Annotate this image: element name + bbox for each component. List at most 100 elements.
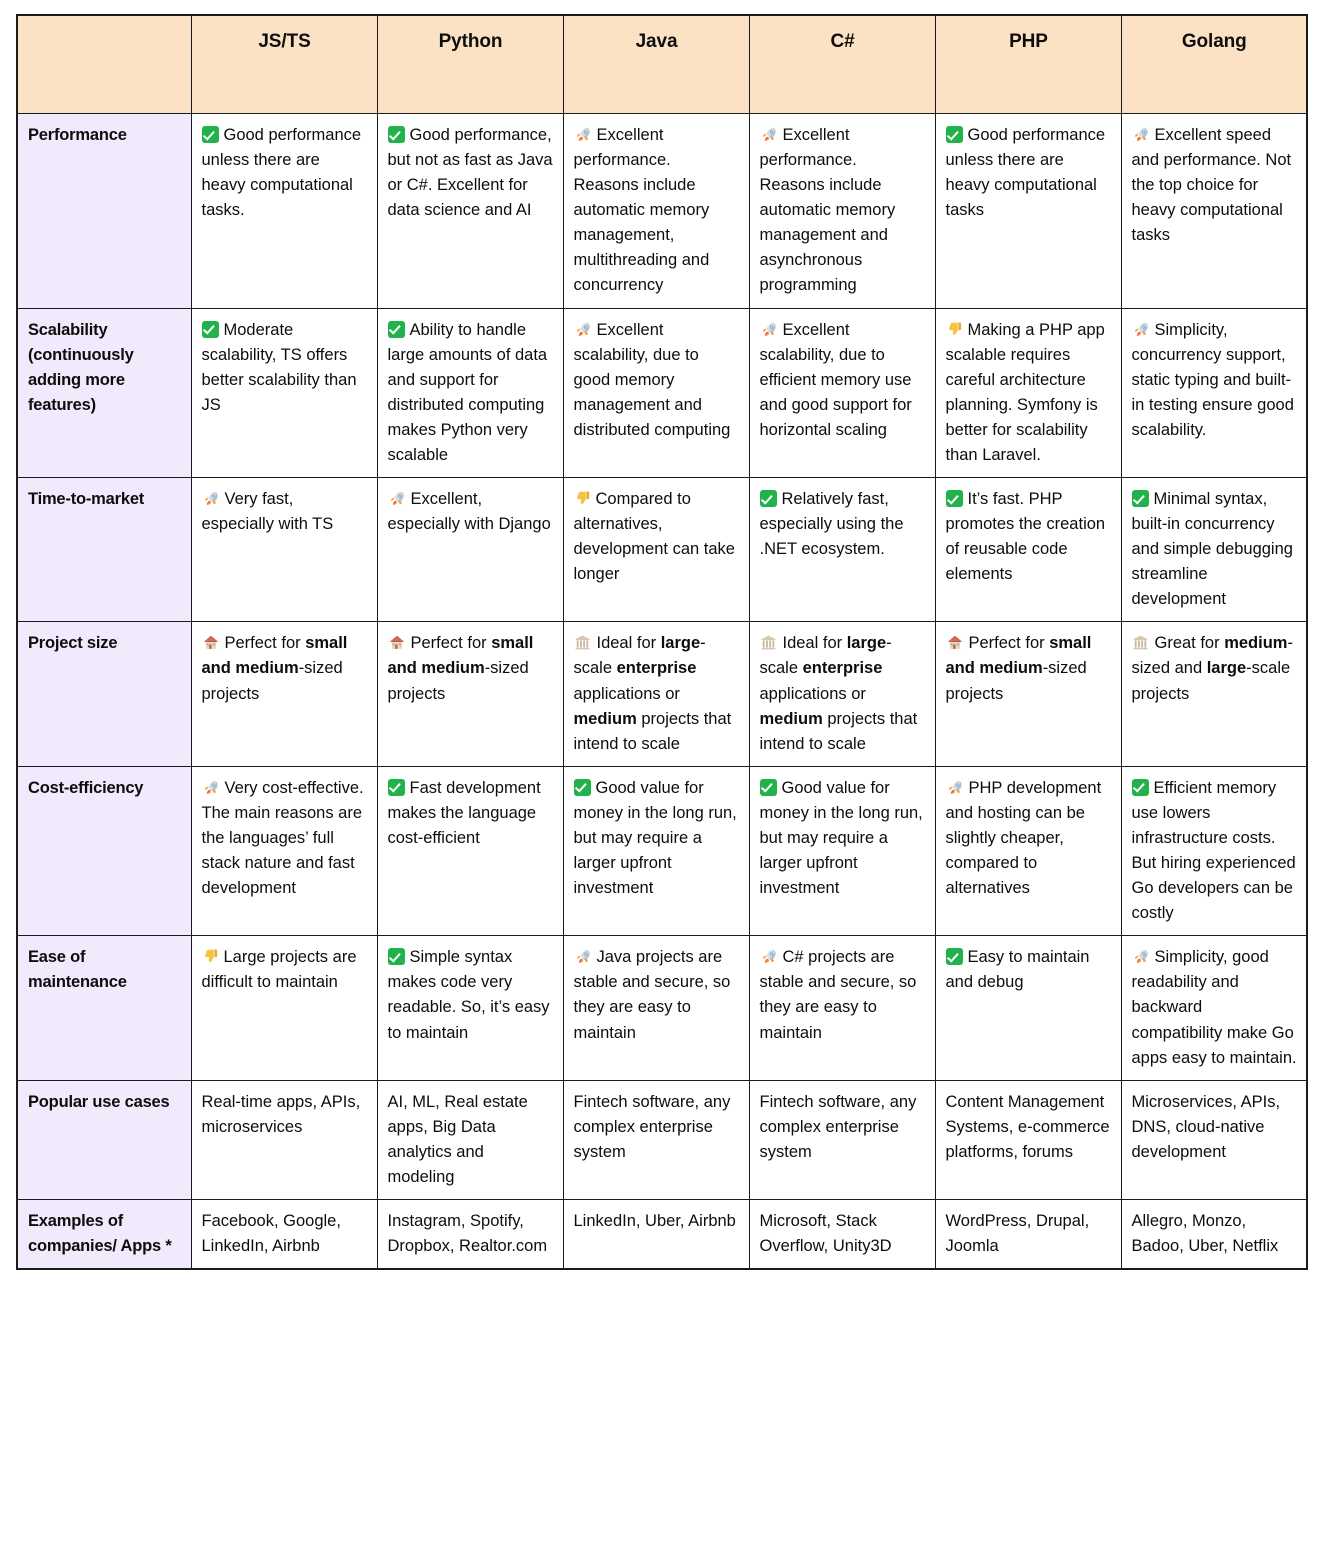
table-cell: Content Management Systems, e-commerce p… xyxy=(934,1079,1122,1200)
cell-text: Fintech software, any complex enterprise… xyxy=(759,1092,917,1161)
table-cell: LinkedIn, Uber, Airbnb xyxy=(562,1198,750,1270)
cell-text: Efficient memory use lowers infrastructu… xyxy=(1131,778,1296,923)
table-cell: Ideal for large-scale enterprise applica… xyxy=(562,621,750,767)
cell-text: Good value for money in the long run, bu… xyxy=(573,778,737,898)
cell-text: Minimal syntax, built-in concurrency and… xyxy=(1131,490,1293,609)
cell-text: Fintech software, any complex enterprise… xyxy=(573,1092,731,1161)
table-cell: Relatively fast, especially using the .N… xyxy=(748,477,936,623)
rocket-icon xyxy=(388,490,406,507)
criteria-label: Examples of companies/ Apps * xyxy=(16,1198,192,1270)
table-cell: Perfect for small and medium-sized proje… xyxy=(376,621,564,767)
thumbs-down-icon xyxy=(946,321,963,338)
criteria-label: Ease of maintenance xyxy=(16,935,192,1081)
check-icon xyxy=(945,126,963,143)
cell-text: Good performance, but not as fast as Jav… xyxy=(387,126,553,220)
cell-text: Great for medium-sized and large-scale p… xyxy=(1131,634,1293,703)
table-row: Time-to-market Very fast, especially with… xyxy=(16,477,1308,623)
header-corner-cell xyxy=(16,14,192,114)
cell-text: Ability to handle large amounts of data … xyxy=(387,320,548,464)
table-cell: PHP development and hosting can be sligh… xyxy=(934,765,1122,937)
table-cell: Making a PHP app scalable requires caref… xyxy=(934,307,1122,479)
cell-text: Facebook, Google, LinkedIn, Airbnb xyxy=(201,1211,341,1256)
table-cell: Minimal syntax, built-in concurrency and… xyxy=(1120,477,1308,623)
cell-text: Good performance unless there are heavy … xyxy=(201,126,362,220)
table-cell: AI, ML, Real estate apps, Big Data analy… xyxy=(376,1079,564,1200)
table-cell: WordPress, Drupal, Joomla xyxy=(934,1198,1122,1270)
table-cell: Facebook, Google, LinkedIn, Airbnb xyxy=(190,1198,378,1270)
criteria-label: Project size xyxy=(16,621,192,767)
table-cell: Very cost-effective. The main reasons ar… xyxy=(190,765,378,937)
cell-text: Excellent scalability, due to good memor… xyxy=(573,320,731,439)
building-icon xyxy=(760,634,777,651)
rocket-icon xyxy=(202,779,220,796)
table-cell: Microsoft, Stack Overflow, Unity3D xyxy=(748,1198,936,1270)
thumbs-down-icon xyxy=(202,948,219,965)
cell-text: Simple syntax makes code very readable. … xyxy=(387,948,550,1042)
check-icon xyxy=(759,778,777,796)
cell-text: Excellent, especially with Django xyxy=(387,490,551,534)
rocket-icon xyxy=(1132,126,1150,143)
cell-text: Simplicity, good readability and backwar… xyxy=(1131,948,1297,1067)
table-cell: Good performance unless there are heavy … xyxy=(934,113,1122,309)
cell-text: Microservices, APIs, DNS, cloud-native d… xyxy=(1131,1092,1281,1161)
table-cell: Large projects are difficult to maintain xyxy=(190,935,378,1081)
table-cell: It’s fast. PHP promotes the creation of … xyxy=(934,477,1122,623)
column-header-python: Python xyxy=(376,14,564,114)
rocket-icon xyxy=(1132,321,1150,338)
cell-text: Content Management Systems, e-commerce p… xyxy=(945,1092,1110,1161)
cell-text: LinkedIn, Uber, Airbnb xyxy=(573,1211,736,1230)
table-cell: Great for medium-sized and large-scale p… xyxy=(1120,621,1308,767)
rocket-icon xyxy=(760,948,778,965)
check-icon xyxy=(387,320,405,338)
cell-text: Relatively fast, especially using the .N… xyxy=(759,490,904,559)
cell-text: Perfect for small and medium-sized proje… xyxy=(945,634,1092,703)
cell-text: Real-time apps, APIs, microservices xyxy=(201,1092,361,1136)
table-cell: Microservices, APIs, DNS, cloud-native d… xyxy=(1120,1079,1308,1200)
cell-text: Very cost-effective. The main reasons ar… xyxy=(201,778,364,898)
table-cell: Excellent speed and performance. Not the… xyxy=(1120,113,1308,309)
table-cell: Excellent, especially with Django xyxy=(376,477,564,623)
table-row: Examples of companies/ Apps * Facebook, G… xyxy=(16,1198,1308,1270)
table-cell: Excellent scalability, due to good memor… xyxy=(562,307,750,479)
cell-text: Perfect for small and medium-sized proje… xyxy=(201,634,348,703)
column-header-php: PHP xyxy=(934,14,1122,114)
table-cell: Fintech software, any complex enterprise… xyxy=(562,1079,750,1200)
table-body: Performance Good performance unless there… xyxy=(16,113,1308,1270)
criteria-label: Time-to-market xyxy=(16,477,192,623)
rocket-icon xyxy=(574,126,592,143)
cell-text: Very fast, especially with TS xyxy=(201,490,334,534)
check-icon xyxy=(387,948,405,966)
check-icon xyxy=(201,320,219,338)
check-icon xyxy=(945,948,963,966)
column-header-java: Java xyxy=(562,14,750,114)
cell-text: Moderate scalability, TS offers better s… xyxy=(201,320,357,414)
check-icon xyxy=(573,778,591,796)
table-cell: Simplicity, good readability and backwar… xyxy=(1120,935,1308,1081)
column-header-golang: Golang xyxy=(1120,14,1308,114)
cell-text: AI, ML, Real estate apps, Big Data analy… xyxy=(387,1092,528,1186)
table-cell: Instagram, Spotify, Dropbox, Realtor.com xyxy=(376,1198,564,1270)
table-cell: Perfect for small and medium-sized proje… xyxy=(934,621,1122,767)
cell-text: It’s fast. PHP promotes the creation of … xyxy=(945,490,1106,584)
cell-text: Good value for money in the long run, bu… xyxy=(759,778,923,898)
check-icon xyxy=(945,490,963,508)
table-row: Project size Perfect for small and medium… xyxy=(16,621,1308,767)
cell-text: WordPress, Drupal, Joomla xyxy=(945,1211,1090,1256)
building-icon xyxy=(1132,634,1149,651)
comparison-table-container: JS/TS Python Java C# PHP Golang Performa… xyxy=(0,0,1322,1286)
cell-text: PHP development and hosting can be sligh… xyxy=(945,778,1102,898)
house-icon xyxy=(202,634,220,651)
house-icon xyxy=(388,634,406,651)
table-cell: Compared to alternatives, development ca… xyxy=(562,477,750,623)
column-header-csharp: C# xyxy=(748,14,936,114)
criteria-label: Performance xyxy=(16,113,192,309)
criteria-label: Scalability (continuously adding more fe… xyxy=(16,307,192,479)
cell-text: Perfect for small and medium-sized proje… xyxy=(387,634,534,703)
table-header-row: JS/TS Python Java C# PHP Golang xyxy=(16,14,1308,114)
rocket-icon xyxy=(574,321,592,338)
cell-text: Java projects are stable and secure, so … xyxy=(573,948,731,1042)
cell-text: Excellent performance. Reasons include a… xyxy=(573,126,710,295)
table-cell: Perfect for small and medium-sized proje… xyxy=(190,621,378,767)
thumbs-down-icon xyxy=(574,490,591,507)
check-icon xyxy=(759,490,777,508)
